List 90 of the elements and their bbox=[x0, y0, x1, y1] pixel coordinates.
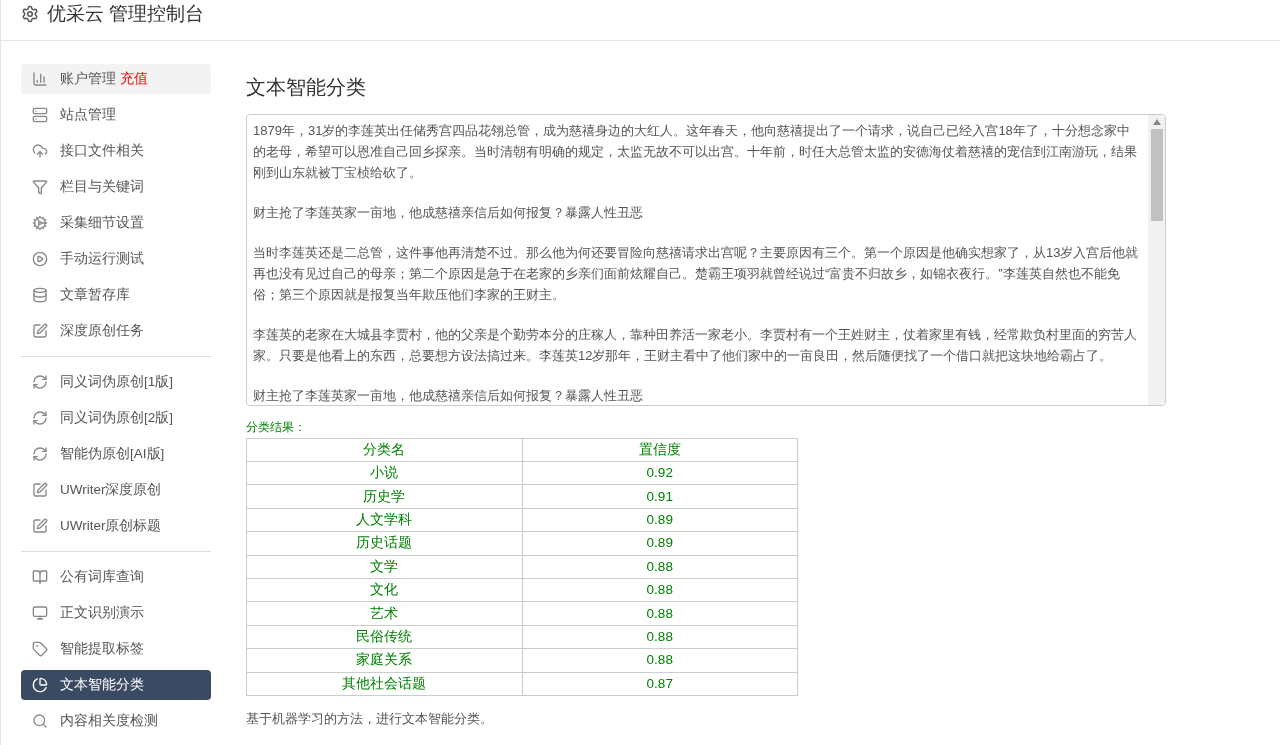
app-title: 优采云 管理控制台 bbox=[47, 1, 205, 26]
sidebar-label: 采集细节设置 bbox=[60, 213, 144, 232]
filter-icon bbox=[32, 179, 48, 195]
search-icon bbox=[32, 713, 48, 729]
settings-icon bbox=[21, 5, 39, 23]
description-text: 基于机器学习的方法，进行文本智能分类。 bbox=[246, 709, 494, 728]
table-cell: 0.88 bbox=[522, 578, 798, 602]
table-cell: 0.88 bbox=[522, 648, 798, 672]
table-cell: 0.88 bbox=[522, 555, 798, 579]
table-cell: 文学 bbox=[246, 555, 522, 579]
sidebar-label: 公有词库查询 bbox=[60, 567, 144, 586]
table-cell: 0.88 bbox=[522, 601, 798, 626]
database-icon bbox=[32, 287, 48, 303]
sidebar-item[interactable]: 采集细节设置 bbox=[21, 208, 211, 238]
sidebar-item[interactable]: 文本智能分类 bbox=[21, 670, 211, 700]
sidebar-label: 栏目与关键词 bbox=[60, 177, 144, 196]
column-header: 置信度 bbox=[522, 438, 798, 462]
table-cell: 历史话题 bbox=[246, 531, 522, 556]
sidebar-label: 深度原创任务 bbox=[60, 321, 144, 340]
sidebar-item[interactable]: 栏目与关键词 bbox=[21, 172, 211, 202]
sidebar-label: UWriter原创标题 bbox=[60, 516, 162, 535]
sidebar-label: 同义词伪原创[2版] bbox=[60, 408, 173, 427]
table-cell: 0.89 bbox=[522, 508, 798, 532]
scroll-up-icon[interactable] bbox=[1152, 119, 1161, 125]
scrollbar-thumb[interactable] bbox=[1150, 129, 1163, 221]
sidebar-label: 文章暂存库 bbox=[60, 285, 130, 304]
table-cell: 民俗传统 bbox=[246, 625, 522, 649]
sidebar-item[interactable]: 接口文件相关 bbox=[21, 136, 211, 166]
bar-chart-icon bbox=[32, 71, 48, 87]
article-paragraph: 当时李莲英还是二总管，这件事他再清楚不过。那么他为何还要冒险向慈禧请求出宫呢？主要原因有三个。第一个原因是他确实想家了，从13岁入宫后他就再也没有见过自己的母亲；第二个原因是急于在老家的乡亲们面前炫耀自己。楚霸王项羽就曾经说过“富贵不归故乡，如锦衣夜行。”李莲英自然也不能免俗；第三个原因就是报复当年欺压他们李家的王财主。 bbox=[253, 244, 1140, 304]
tag-icon bbox=[32, 641, 48, 657]
article-paragraph: 财主抢了李莲英家一亩地，他成慈禧亲信后如何报复？暴露人性丑恶 bbox=[253, 387, 644, 405]
table-cell: 其他社会话题 bbox=[246, 672, 522, 696]
table-cell: 家庭关系 bbox=[246, 648, 522, 672]
sidebar-item[interactable]: UWriter深度原创 bbox=[21, 475, 211, 505]
sidebar-label: 站点管理 bbox=[60, 105, 116, 124]
table-cell: 小说 bbox=[246, 461, 522, 485]
table-cell: 0.89 bbox=[522, 531, 798, 556]
refresh-icon bbox=[32, 410, 48, 426]
sidebar-label: 账户管理 bbox=[60, 69, 116, 88]
table-cell: 历史学 bbox=[246, 484, 522, 509]
table-cell: 0.88 bbox=[522, 625, 798, 649]
article-paragraph: 1879年，31岁的李莲英出任储秀宫四品花翎总管，成为慈禧身边的大红人。这年春天，他向慈禧提出了一个请求，说自己已经入宫18年了，十分想念家中的老母，希望可以恩准自己回乡探亲。当时清朝有明确的规定，太监无故不可以出宫。十年前，时任大总管太监的安德海仗着慈禧的宠信到江南游玩，结果刚到山东就被丁宝桢给砍了。 bbox=[253, 122, 1138, 182]
article-paragraph: 财主抢了李莲英家一亩地，他成慈禧亲信后如何报复？暴露人性丑恶 bbox=[253, 204, 644, 222]
pie-chart-icon bbox=[32, 677, 48, 693]
refresh-icon bbox=[32, 374, 48, 390]
sidebar-label: 正文识别演示 bbox=[60, 603, 144, 622]
sidebar-label: 接口文件相关 bbox=[60, 141, 144, 160]
play-icon bbox=[32, 251, 48, 267]
sidebar-label: 同义词伪原创[1版] bbox=[60, 372, 173, 391]
book-icon bbox=[32, 569, 48, 585]
sidebar-label: 内容相关度检测 bbox=[60, 711, 158, 730]
table-cell: 0.87 bbox=[522, 672, 798, 696]
sidebar-label: 智能提取标签 bbox=[60, 639, 144, 658]
table-cell: 0.91 bbox=[522, 484, 798, 509]
table-cell: 人文学科 bbox=[246, 508, 522, 532]
edit-icon bbox=[32, 482, 48, 498]
refresh-icon bbox=[32, 446, 48, 462]
sidebar-item[interactable]: 公有词库查询 bbox=[21, 562, 211, 592]
page-title: 文本智能分类 bbox=[246, 75, 367, 100]
scrollbar[interactable] bbox=[1148, 115, 1165, 405]
sidebar-label: 手动运行测试 bbox=[60, 249, 144, 268]
recharge-badge[interactable]: 充值 bbox=[120, 68, 148, 90]
table-cell: 艺术 bbox=[246, 601, 522, 626]
table-cell: 0.92 bbox=[522, 461, 798, 485]
sidebar-label: 智能伪原创[AI版] bbox=[60, 444, 165, 463]
sidebar-item[interactable]: UWriter原创标题 bbox=[21, 511, 211, 541]
result-label: 分类结果： bbox=[246, 419, 307, 436]
sidebar-item[interactable]: 内容相关度检测 bbox=[21, 706, 211, 736]
sidebar-item[interactable]: 智能伪原创[AI版] bbox=[21, 439, 211, 469]
sidebar-item[interactable]: 同义词伪原创[2版] bbox=[21, 403, 211, 433]
sidebar-item[interactable]: 手动运行测试 bbox=[21, 244, 211, 274]
sidebar-label: 文本智能分类 bbox=[60, 675, 144, 694]
server-icon bbox=[32, 107, 48, 123]
sidebar-item[interactable]: 文章暂存库 bbox=[21, 280, 211, 310]
column-header: 分类名 bbox=[246, 438, 522, 462]
edit-icon bbox=[32, 518, 48, 534]
sidebar-item[interactable]: 账户管理 充值 bbox=[21, 64, 211, 94]
text-input-area[interactable] bbox=[246, 114, 1166, 406]
table-cell: 文化 bbox=[246, 578, 522, 602]
sidebar-item[interactable]: 同义词伪原创[1版] bbox=[21, 367, 211, 397]
article-paragraph: 李莲英的老家在大城县李贾村，他的父亲是个勤劳本分的庄稼人，靠种田养活一家老小。李贾村有一个王姓财主，仗着家里有钱，经常欺负村里面的穷苦人家。只要是他看上的东西，总要想方设法搞过来。李莲英12岁那年，王财主看中了他们家中的一亩良田，然后随便找了一个借口就把这块地给霸占了。 bbox=[253, 326, 1138, 365]
sidebar-item[interactable]: 深度原创任务 bbox=[21, 316, 211, 346]
monitor-icon bbox=[32, 605, 48, 621]
sidebar-label: UWriter深度原创 bbox=[60, 480, 162, 499]
sidebar-item[interactable]: 正文识别演示 bbox=[21, 598, 211, 628]
sidebar-item[interactable]: 智能提取标签 bbox=[21, 634, 211, 664]
edit-icon bbox=[32, 323, 48, 339]
sidebar-item[interactable]: 站点管理 bbox=[21, 100, 211, 130]
cloud-upload-icon bbox=[32, 143, 48, 159]
